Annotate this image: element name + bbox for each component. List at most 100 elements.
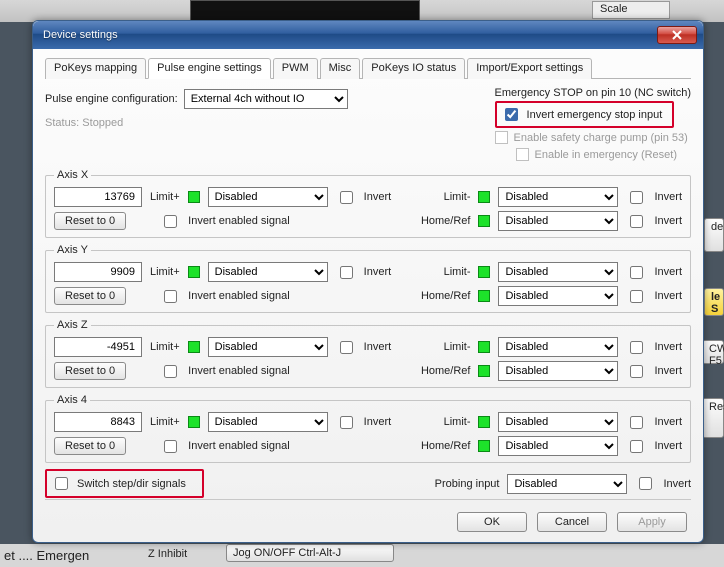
tab-import-export-settings[interactable]: Import/Export settings <box>467 58 592 79</box>
axis-x-homeref-invert-checkbox[interactable] <box>630 215 643 228</box>
bg-text-emergen: et .... Emergen <box>4 548 89 563</box>
axis-z-reset-button[interactable]: Reset to 0 <box>54 362 126 380</box>
axis-z-homeref-invert-label: Invert <box>654 365 682 377</box>
axis-y-homeref-select[interactable]: Disabled <box>498 286 618 306</box>
ok-button[interactable]: OK <box>457 512 527 532</box>
axis-4-limitplus-invert-checkbox[interactable] <box>340 416 353 429</box>
axis-z-group: Axis Z Limit+ Disabled Invert Limit- Dis… <box>45 319 691 388</box>
axis-z-limitminus-invert-checkbox[interactable] <box>630 341 643 354</box>
axis-x-homeref-label: Home/Ref <box>421 215 471 227</box>
safety-pump-checkbox <box>495 131 508 144</box>
axis-y-limitplus-invert-checkbox[interactable] <box>340 266 353 279</box>
axis-x-reset-button[interactable]: Reset to 0 <box>54 212 126 230</box>
axis-4-invert-enabled-label: Invert enabled signal <box>188 440 290 452</box>
axis-z-invert-enabled-checkbox[interactable] <box>164 365 177 378</box>
axis-x-homeref-led <box>478 215 490 227</box>
axis-4-limitplus-led <box>188 416 200 428</box>
probing-input-label: Probing input <box>435 478 500 490</box>
axis-y-invert-enabled-checkbox[interactable] <box>164 290 177 303</box>
bg-button-res[interactable]: Res <box>702 398 724 438</box>
probing-invert-checkbox[interactable] <box>639 477 652 490</box>
cancel-button[interactable]: Cancel <box>537 512 607 532</box>
axis-x-limitminus-select[interactable]: Disabled <box>498 187 618 207</box>
bg-scale-label: Scale <box>600 3 628 15</box>
axis-z-invert-enabled-label: Invert enabled signal <box>188 365 290 377</box>
axis-4-limitplus-label: Limit+ <box>150 416 180 428</box>
tab-pokeys-mapping[interactable]: PoKeys mapping <box>45 58 146 79</box>
axis-y-homeref-led <box>478 290 490 302</box>
pulse-engine-config-select[interactable]: External 4ch without IO <box>184 89 348 109</box>
switch-step-dir-checkbox[interactable] <box>55 477 68 490</box>
bg-button-cw[interactable]: CW F5 <box>702 340 724 364</box>
bg-jog-toggle[interactable]: Jog ON/OFF Ctrl-Alt-J <box>226 544 394 562</box>
safety-pump-label: Enable safety charge pump (pin 53) <box>514 132 688 144</box>
axis-4-invert-enabled-checkbox[interactable] <box>164 440 177 453</box>
axis-x-limitminus-invert-label: Invert <box>654 191 682 203</box>
axis-z-limitminus-led <box>478 341 490 353</box>
axis-4-limitplus-invert-label: Invert <box>364 416 392 428</box>
axis-z-value[interactable] <box>54 337 142 357</box>
axis-4-homeref-led <box>478 440 490 452</box>
axis-4-limitplus-select[interactable]: Disabled <box>208 412 328 432</box>
axis-4-value[interactable] <box>54 412 142 432</box>
bg-text-zinhibit: Z Inhibit <box>148 548 187 560</box>
axis-4-limitminus-select[interactable]: Disabled <box>498 412 618 432</box>
probing-invert-label: Invert <box>663 478 691 490</box>
tab-pwm[interactable]: PWM <box>273 58 318 79</box>
tab-strip: PoKeys mapping Pulse engine settings PWM… <box>45 57 691 79</box>
axis-x-limitminus-invert-checkbox[interactable] <box>630 191 643 204</box>
axis-x-value[interactable] <box>54 187 142 207</box>
axis-y-homeref-invert-checkbox[interactable] <box>630 290 643 303</box>
axis-z-homeref-invert-checkbox[interactable] <box>630 365 643 378</box>
axis-z-limitminus-select[interactable]: Disabled <box>498 337 618 357</box>
axis-y-limitminus-invert-checkbox[interactable] <box>630 266 643 279</box>
enable-in-emerg-label: Enable in emergency (Reset) <box>535 149 677 161</box>
axis-4-limitminus-label: Limit- <box>444 416 471 428</box>
tab-pulse-engine-settings[interactable]: Pulse engine settings <box>148 58 271 79</box>
axis-4-limitminus-invert-label: Invert <box>654 416 682 428</box>
invert-estop-checkbox[interactable] <box>505 108 518 121</box>
axis-4-homeref-invert-checkbox[interactable] <box>630 440 643 453</box>
axis-y-limitplus-label: Limit+ <box>150 266 180 278</box>
axis-x-group: Axis X Limit+ Disabled Invert Limit- Dis… <box>45 169 691 238</box>
axis-x-legend: Axis X <box>54 169 91 181</box>
axis-y-limitplus-select[interactable]: Disabled <box>208 262 328 282</box>
axis-x-invert-enabled-checkbox[interactable] <box>164 215 177 228</box>
estop-header: Emergency STOP on pin 10 (NC switch) <box>495 87 691 99</box>
axis-x-limitplus-invert-checkbox[interactable] <box>340 191 353 204</box>
axis-4-homeref-invert-label: Invert <box>654 440 682 452</box>
axis-y-group: Axis Y Limit+ Disabled Invert Limit- Dis… <box>45 244 691 313</box>
switch-step-dir-label: Switch step/dir signals <box>77 478 186 490</box>
axis-z-limitplus-select[interactable]: Disabled <box>208 337 328 357</box>
axis-z-limitplus-invert-label: Invert <box>364 341 392 353</box>
probing-input-select[interactable]: Disabled <box>507 474 627 494</box>
axis-y-reset-button[interactable]: Reset to 0 <box>54 287 126 305</box>
axis-y-homeref-label: Home/Ref <box>421 290 471 302</box>
axis-x-homeref-select[interactable]: Disabled <box>498 211 618 231</box>
axis-4-group: Axis 4 Limit+ Disabled Invert Limit- Dis… <box>45 394 691 463</box>
axis-z-limitplus-led <box>188 341 200 353</box>
footer-divider <box>45 499 691 500</box>
axis-4-reset-button[interactable]: Reset to 0 <box>54 437 126 455</box>
axis-x-limitplus-label: Limit+ <box>150 191 180 203</box>
axis-y-limitminus-select[interactable]: Disabled <box>498 262 618 282</box>
axis-z-limitplus-invert-checkbox[interactable] <box>340 341 353 354</box>
tab-misc[interactable]: Misc <box>320 58 361 79</box>
axis-4-homeref-label: Home/Ref <box>421 440 471 452</box>
axis-z-homeref-label: Home/Ref <box>421 365 471 377</box>
apply-button[interactable]: Apply <box>617 512 687 532</box>
axis-x-limitplus-led <box>188 191 200 203</box>
axis-x-limitplus-select[interactable]: Disabled <box>208 187 328 207</box>
close-button[interactable] <box>657 26 697 44</box>
axis-y-limitminus-invert-label: Invert <box>654 266 682 278</box>
axis-4-limitminus-invert-checkbox[interactable] <box>630 416 643 429</box>
bg-button-les[interactable]: le S <box>704 288 724 316</box>
enable-in-emerg-checkbox <box>516 148 529 161</box>
axis-y-homeref-invert-label: Invert <box>654 290 682 302</box>
axis-y-value[interactable] <box>54 262 142 282</box>
axis-z-homeref-select[interactable]: Disabled <box>498 361 618 381</box>
axis-x-limitminus-led <box>478 191 490 203</box>
tab-pokeys-io-status[interactable]: PoKeys IO status <box>362 58 465 79</box>
close-icon <box>672 30 682 40</box>
axis-4-homeref-select[interactable]: Disabled <box>498 436 618 456</box>
